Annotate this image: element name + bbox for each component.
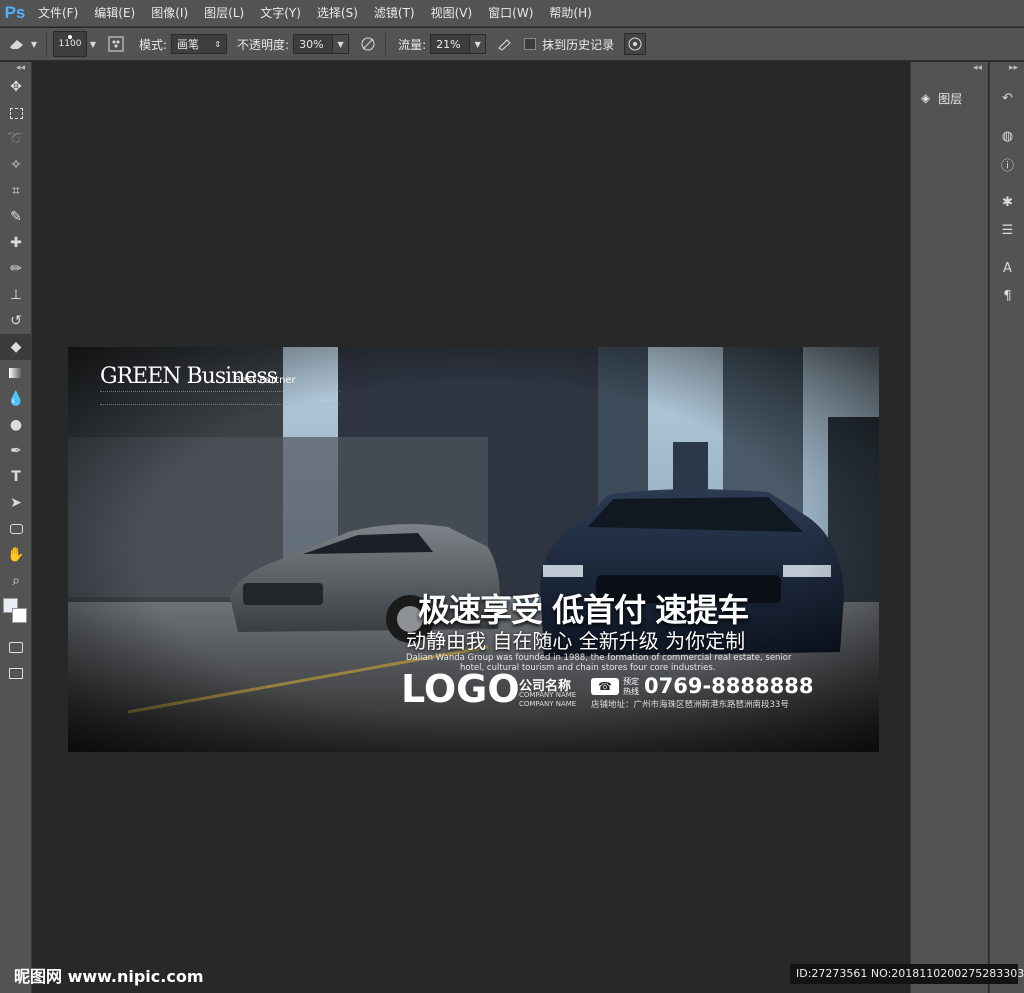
flow-label: 流量: xyxy=(398,37,427,52)
eyedropper-tool-icon[interactable]: ✎ xyxy=(0,204,32,230)
opacity-input[interactable]: 30% xyxy=(293,34,334,54)
english-line-1: Dalian Wanda Group was founded in 1988, … xyxy=(406,653,792,663)
clone-stamp-tool-icon[interactable]: ⊥ xyxy=(0,282,32,308)
collapse-arrows-icon[interactable]: ◂◂ xyxy=(911,62,988,74)
layers-panel-button[interactable]: ◈ 图层 xyxy=(911,84,988,112)
menu-layer[interactable]: 图层(L) xyxy=(196,0,252,27)
healing-brush-tool-icon[interactable]: ✚ xyxy=(0,230,32,256)
erase-to-history-label: 抹到历史记录 xyxy=(542,37,615,52)
magic-wand-tool-icon[interactable]: ✧ xyxy=(0,152,32,178)
menu-help[interactable]: 帮助(H) xyxy=(541,0,599,27)
image-id-label: ID:27273561 NO:20181102002752833038 xyxy=(790,964,1024,984)
opacity-label: 不透明度: xyxy=(237,37,290,52)
menu-edit[interactable]: 编辑(E) xyxy=(86,0,143,27)
brand-fine-print xyxy=(100,391,340,405)
menu-filter[interactable]: 滤镜(T) xyxy=(366,0,423,27)
flow-input[interactable]: 21% xyxy=(430,34,471,54)
hotline-label-2: 热线 xyxy=(623,687,639,696)
eraser-tool-preset-icon[interactable] xyxy=(6,33,28,55)
hand-tool-icon[interactable]: ✋ xyxy=(0,542,32,568)
brush-tool-icon[interactable]: ✏ xyxy=(0,256,32,282)
move-tool-icon[interactable]: ✥ xyxy=(0,74,32,100)
subheadline: 动静由我 自在随心 全新升级 为你定制 xyxy=(406,629,746,653)
pressure-size-icon[interactable] xyxy=(624,33,647,55)
divider xyxy=(46,33,47,55)
3d-panel-icon[interactable]: ◍ xyxy=(990,122,1024,150)
quick-mask-icon[interactable] xyxy=(0,634,32,660)
layers-label: 图层 xyxy=(938,91,963,106)
chevron-down-icon[interactable]: ▼ xyxy=(28,33,40,55)
tools-panel: ◂◂ ✥ ➰ ✧ ⌗ ✎ ✚ ✏ ⊥ ↺ ◆ 💧 ● ✒ T ➤ ✋ ⌕ xyxy=(0,62,32,993)
brush-size-value: 1100 xyxy=(58,39,82,49)
brand-subtitle: Best Partner xyxy=(234,375,296,386)
brush-panel-icon[interactable] xyxy=(105,33,127,55)
path-selection-tool-icon[interactable]: ➤ xyxy=(0,490,32,516)
menu-select[interactable]: 选择(S) xyxy=(309,0,366,27)
history-panel-icon[interactable]: ↶ xyxy=(990,84,1024,112)
airbrush-icon[interactable] xyxy=(494,33,516,55)
mode-label: 模式: xyxy=(139,37,168,52)
pressure-opacity-icon[interactable] xyxy=(357,33,379,55)
info-panel-icon[interactable]: ⓘ xyxy=(990,150,1024,178)
menu-view[interactable]: 视图(V) xyxy=(423,0,481,27)
color-swatches-icon[interactable] xyxy=(0,594,32,634)
mode-value: 画笔 xyxy=(177,38,200,51)
paragraph-panel-icon[interactable]: ¶ xyxy=(990,282,1024,310)
panel-icon-strip: ▸▸ ↶ ◍ ⓘ ✱ ☰ A ¶ xyxy=(989,62,1024,993)
layers-dock: ◂◂ ◈ 图层 xyxy=(910,62,988,993)
options-bar: ▼ 1100 ▼ 模式: 画笔 ⇕ 不透明度: 30% ▼ 流量: 21% ▼ … xyxy=(0,28,1024,61)
pen-tool-icon[interactable]: ✒ xyxy=(0,438,32,464)
phone-icon: ☎ xyxy=(591,678,619,695)
company-name-en-2: COMPANY NAME xyxy=(519,700,577,708)
flow-dropdown[interactable]: ▼ xyxy=(470,34,487,54)
adjustments-panel-icon[interactable]: ☰ xyxy=(990,216,1024,244)
history-brush-tool-icon[interactable]: ↺ xyxy=(0,308,32,334)
logo-text: LOGO xyxy=(401,667,520,711)
dodge-tool-icon[interactable]: ● xyxy=(0,412,32,438)
gradient-tool-icon[interactable] xyxy=(0,360,32,386)
mode-select[interactable]: 画笔 ⇕ xyxy=(171,34,228,54)
lasso-tool-icon[interactable]: ➰ xyxy=(0,126,32,152)
layers-icon: ◈ xyxy=(921,91,931,105)
menu-image[interactable]: 图像(I) xyxy=(143,0,196,27)
phone-number: 0769-8888888 xyxy=(644,674,814,698)
character-panel-icon[interactable]: A xyxy=(990,254,1024,282)
updown-icon: ⇕ xyxy=(214,39,222,49)
menu-bar: Ps 文件(F) 编辑(E) 图像(I) 图层(L) 文字(Y) 选择(S) 滤… xyxy=(0,0,1024,27)
brush-presets-icon[interactable]: ✱ xyxy=(990,188,1024,216)
opacity-dropdown[interactable]: ▼ xyxy=(333,34,350,54)
divider xyxy=(385,33,387,55)
crop-tool-icon[interactable]: ⌗ xyxy=(0,178,32,204)
company-name-en-1: COMPANY NAME xyxy=(519,691,577,699)
store-address: 店铺地址：广州市海珠区琶洲新港东路琶洲南段33号 xyxy=(591,700,789,710)
photoshop-logo: Ps xyxy=(4,3,26,22)
shape-tool-icon[interactable] xyxy=(0,516,32,542)
brush-size-picker[interactable]: 1100 xyxy=(53,31,87,57)
collapse-arrows-icon[interactable]: ▸▸ xyxy=(990,62,1024,74)
eraser-tool-icon[interactable]: ◆ xyxy=(0,334,32,360)
blur-tool-icon[interactable]: 💧 xyxy=(0,386,32,412)
erase-to-history-checkbox[interactable] xyxy=(524,38,537,50)
marquee-tool-icon[interactable] xyxy=(0,100,32,126)
menu-type[interactable]: 文字(Y) xyxy=(252,0,309,27)
watermark: 昵图网 www.nipic.com xyxy=(14,967,204,986)
screen-mode-icon[interactable] xyxy=(0,660,32,686)
collapse-arrows-icon[interactable]: ◂◂ xyxy=(0,62,31,74)
menu-file[interactable]: 文件(F) xyxy=(30,0,86,27)
document-canvas[interactable]: GREEN Business Best Partner 极速享受 低首付 速提车… xyxy=(68,347,879,752)
chevron-down-icon[interactable]: ▼ xyxy=(87,33,99,55)
menu-window[interactable]: 窗口(W) xyxy=(480,0,541,27)
type-tool-icon[interactable]: T xyxy=(0,464,32,490)
zoom-tool-icon[interactable]: ⌕ xyxy=(0,568,32,594)
